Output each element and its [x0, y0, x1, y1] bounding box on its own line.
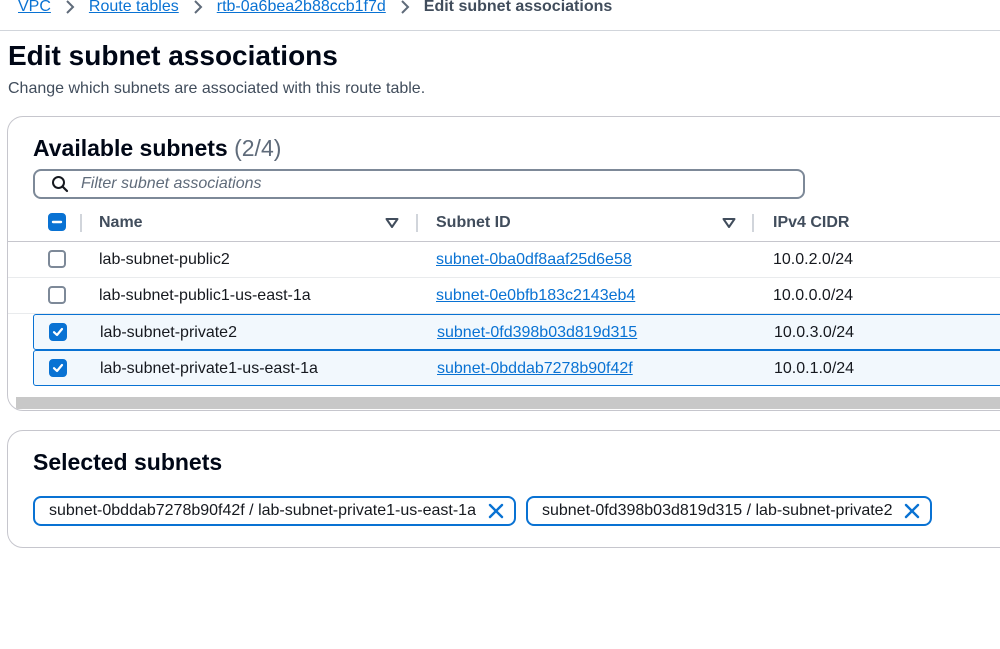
subnet-name: lab-subnet-private2 — [100, 324, 237, 341]
row-checkbox[interactable] — [48, 250, 68, 270]
column-divider — [752, 214, 754, 232]
token-label: subnet-0fd398b03d819d315 / lab-subnet-pr… — [541, 502, 893, 519]
select-all-checkbox[interactable] — [48, 213, 68, 233]
subnet-name: lab-subnet-public2 — [99, 251, 230, 268]
row-checkbox[interactable] — [48, 286, 68, 306]
column-header-subnet-id[interactable]: Subnet ID — [436, 205, 511, 241]
row-checkbox[interactable] — [49, 359, 69, 379]
table-row-selected[interactable]: lab-subnet-private2 subnet-0fd398b03d819… — [33, 314, 1000, 350]
subnet-id-link[interactable]: subnet-0fd398b03d819d315 — [437, 315, 637, 351]
sort-down-icon[interactable] — [722, 217, 736, 229]
breadcrumb-vpc[interactable]: VPC — [18, 0, 51, 16]
subnet-name: lab-subnet-public1-us-east-1a — [99, 287, 311, 304]
available-subnets-title: Available subnets — [33, 135, 228, 161]
filter-subnets-field[interactable] — [33, 169, 805, 199]
subnet-cidr: 10.0.2.0/24 — [773, 251, 854, 268]
selected-subnet-tokens: subnet-0bddab7278b90f42f / lab-subnet-pr… — [33, 496, 933, 526]
sort-down-icon[interactable] — [385, 217, 399, 229]
search-icon — [51, 175, 69, 193]
table-row-selected[interactable]: lab-subnet-private1-us-east-1a subnet-0b… — [33, 350, 1000, 386]
breadcrumb-route-tables[interactable]: Route tables — [89, 0, 179, 16]
selected-subnets-panel: Selected subnets subnet-0bddab7278b90f42… — [7, 430, 1000, 548]
available-subnets-count: (2/4) — [234, 135, 282, 161]
header-divider — [0, 30, 1000, 31]
close-icon[interactable] — [904, 503, 920, 519]
column-header-ipv4-cidr[interactable]: IPv4 CIDR — [773, 205, 849, 241]
page-description: Change which subnets are associated with… — [8, 80, 426, 97]
horizontal-scrollbar[interactable] — [16, 397, 1000, 409]
column-divider — [416, 214, 418, 232]
checkbox-indeterminate-icon — [48, 213, 66, 231]
checkbox-unchecked-icon — [48, 250, 66, 268]
page-title: Edit subnet associations — [8, 40, 338, 71]
chevron-right-icon — [193, 0, 203, 14]
checkbox-unchecked-icon — [48, 286, 66, 304]
chevron-right-icon — [400, 0, 410, 14]
subnet-id-link[interactable]: subnet-0e0bfb183c2143eb4 — [436, 278, 635, 314]
breadcrumb-route-table-id[interactable]: rtb-0a6bea2b88ccb1f7d — [217, 0, 386, 16]
close-icon[interactable] — [488, 503, 504, 519]
subnet-name: lab-subnet-private1-us-east-1a — [100, 360, 318, 377]
available-subnets-heading: Available subnets (2/4) — [33, 135, 281, 162]
column-header-name[interactable]: Name — [99, 205, 143, 241]
breadcrumb: VPC Route tables rtb-0a6bea2b88ccb1f7d E… — [18, 0, 612, 19]
table-header: Name Subnet ID IPv4 CIDR — [8, 205, 1000, 242]
subnet-cidr: 10.0.0.0/24 — [773, 287, 854, 304]
table-row[interactable]: lab-subnet-public2 subnet-0ba0df8aaf25d6… — [8, 242, 1000, 278]
row-checkbox[interactable] — [49, 323, 69, 343]
filter-subnets-input[interactable] — [79, 174, 783, 194]
subnet-id-link[interactable]: subnet-0ba0df8aaf25d6e58 — [436, 242, 632, 278]
subnets-table: Name Subnet ID IPv4 CIDR lab-subnet-publ… — [8, 205, 1000, 386]
token-label: subnet-0bddab7278b90f42f / lab-subnet-pr… — [49, 502, 476, 519]
breadcrumb-current: Edit subnet associations — [423, 0, 613, 15]
column-divider — [80, 214, 82, 232]
selected-subnets-title: Selected subnets — [33, 449, 223, 475]
checkbox-checked-icon — [49, 323, 67, 341]
table-row[interactable]: lab-subnet-public1-us-east-1a subnet-0e0… — [8, 278, 1000, 314]
available-subnets-panel: Available subnets (2/4) Name Subnet ID — [7, 116, 1000, 411]
selected-subnet-token: subnet-0fd398b03d819d315 / lab-subnet-pr… — [525, 496, 933, 526]
subnet-cidr: 10.0.1.0/24 — [774, 360, 855, 377]
chevron-right-icon — [65, 0, 75, 14]
subnet-id-link[interactable]: subnet-0bddab7278b90f42f — [437, 351, 633, 387]
selected-subnet-token: subnet-0bddab7278b90f42f / lab-subnet-pr… — [33, 496, 516, 526]
subnet-cidr: 10.0.3.0/24 — [774, 324, 855, 341]
checkbox-checked-icon — [49, 359, 67, 377]
